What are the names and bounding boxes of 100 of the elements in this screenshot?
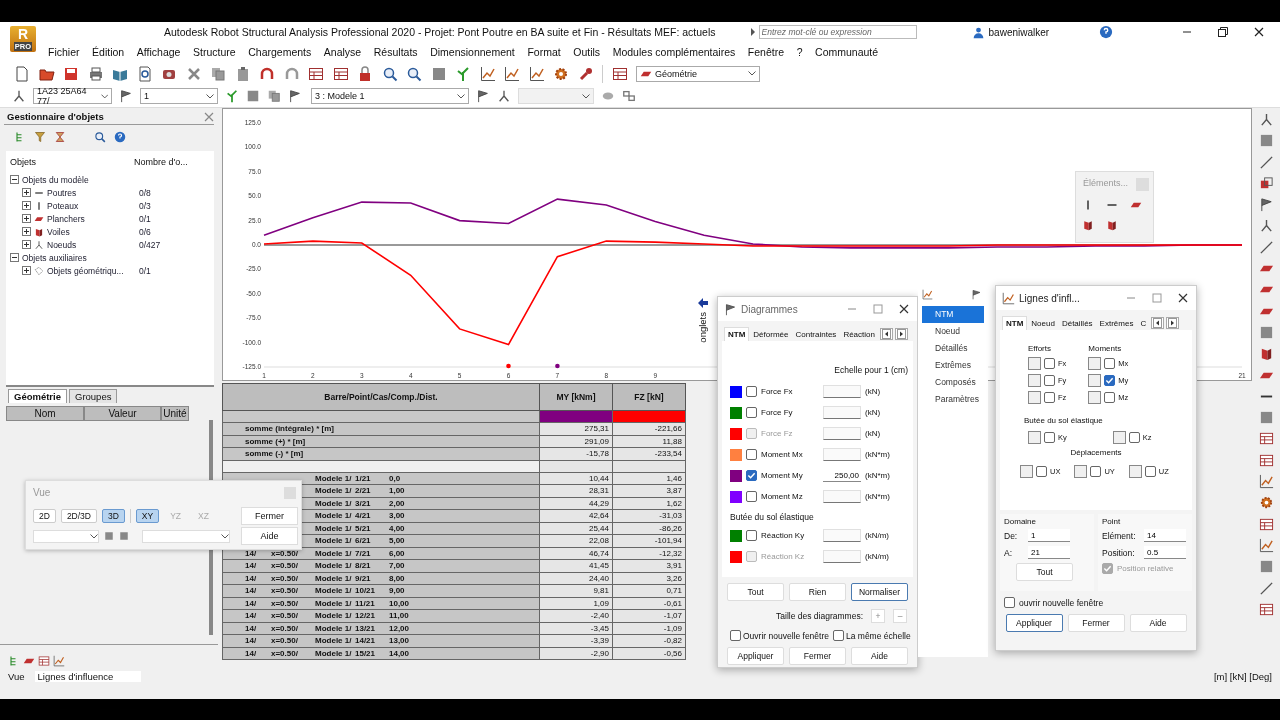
user-icon[interactable] [971,25,985,39]
close-icon[interactable] [1254,27,1264,37]
chart-icon[interactable] [504,65,520,82]
node-icon[interactable] [1258,112,1274,127]
zoom-icon[interactable] [381,65,398,82]
scale-field[interactable] [823,427,861,440]
tab[interactable]: NTM [724,327,750,341]
checkbox[interactable] [746,386,757,397]
flag-icon[interactable] [971,289,982,300]
square-icon[interactable] [104,531,114,541]
table-icon[interactable] [611,65,628,82]
help-icon[interactable] [114,131,126,143]
checkbox[interactable] [730,630,741,641]
checkbox[interactable] [746,449,757,460]
panel-tab[interactable]: Géométrie [8,389,67,404]
table-icon[interactable] [38,655,50,667]
square-icon[interactable] [1258,410,1274,426]
menu-item[interactable]: Chargements [248,46,312,58]
expand-arrow-icon[interactable] [749,28,756,36]
gear-icon[interactable] [1258,495,1274,511]
dialog-button[interactable]: Fermer [789,647,846,665]
tree-item[interactable]: Planchers [47,213,131,224]
panel-tab[interactable]: Groupes [69,389,118,404]
user-name[interactable]: baweniwalker [988,26,1050,38]
mode-button[interactable]: 3D [101,509,125,523]
funnel-icon[interactable] [34,131,46,143]
menu-item[interactable]: Structure [193,46,236,58]
menu-item[interactable]: Extrêmes [922,357,984,374]
printer-icon[interactable] [87,65,104,82]
tree-item[interactable]: Objets du modèle [22,174,89,185]
size-button[interactable]: – [893,609,907,623]
menu-item[interactable]: Édition [92,46,125,58]
scale-field[interactable] [823,490,861,503]
wall-icon[interactable] [1082,219,1094,231]
node-icon[interactable] [1258,218,1274,234]
wrench-icon[interactable] [577,65,594,82]
tab[interactable]: Contraintes [792,327,840,341]
tab[interactable]: C [1137,316,1150,330]
table-icon[interactable] [1258,431,1274,447]
all-button[interactable]: Tout [1016,563,1073,581]
dialog-button[interactable]: Normaliser [851,583,908,601]
dialog-button[interactable]: Tout [727,583,784,601]
checkbox[interactable] [1090,466,1102,477]
checkbox[interactable] [746,407,757,418]
dialog-button[interactable]: Appliquer [1005,614,1063,632]
undo-icon[interactable] [259,65,275,82]
lock-icon[interactable] [357,65,373,82]
menu-item[interactable]: Résultats [373,46,418,58]
mode-button[interactable]: 2D/3D [60,509,97,523]
square-icon[interactable] [430,65,447,82]
view-select[interactable]: Géométrie [636,65,760,82]
scale-field[interactable] [823,550,861,563]
side-tab[interactable]: onglets [697,312,708,343]
model-select[interactable]: 3 : Modele 1 [311,88,469,104]
scroll-right-button[interactable] [894,328,908,340]
line-icon[interactable] [1258,580,1274,596]
menu-item[interactable]: Noeud [922,323,984,340]
expander-icon[interactable] [22,188,31,197]
table-icon[interactable] [332,65,349,82]
menu-item[interactable]: Fenêtre [747,46,785,58]
expander-icon[interactable] [10,175,19,184]
new-document-icon[interactable] [14,65,30,82]
expander-icon[interactable] [10,253,19,262]
wall-icon[interactable] [1106,219,1118,231]
cube-icon[interactable] [1258,175,1274,191]
left-arrow-icon[interactable] [697,298,708,308]
tree-item[interactable]: Poutres [47,187,131,198]
menu-item[interactable]: Analyse [323,46,362,58]
dialog-button[interactable]: Fermer [1067,614,1125,632]
square-icon[interactable] [1258,559,1274,575]
element-field[interactable]: 14 [1144,529,1186,542]
expander-icon[interactable] [22,227,31,236]
table-icon[interactable] [1258,601,1274,617]
menu-item[interactable]: Dimensionnement [430,46,515,58]
chart-icon[interactable] [479,65,496,82]
square-icon[interactable] [1258,324,1274,340]
dialog-button[interactable]: Aide [851,647,908,665]
tree-item[interactable]: Poteaux [47,200,131,211]
redo-icon[interactable] [283,65,300,82]
branch-icon[interactable] [455,65,471,82]
chart-icon[interactable] [1258,474,1274,490]
menu-item[interactable]: Modules complémentaires [612,46,736,58]
flag-icon[interactable] [288,89,302,103]
tree-item[interactable]: Objets géométriqu... [47,265,131,276]
menu-item[interactable]: ? [796,46,803,58]
save-icon[interactable] [63,65,79,82]
flag-icon[interactable] [1258,197,1274,213]
checkbox[interactable] [1104,375,1116,386]
menu-item[interactable]: Communauté [815,46,879,58]
checkbox[interactable] [1044,358,1055,369]
scale-field[interactable] [823,448,861,461]
square-icon[interactable] [1258,133,1274,149]
scale-field[interactable] [823,406,861,419]
close-icon[interactable] [1178,293,1188,303]
tab[interactable]: Réaction [840,327,878,341]
cross-icon[interactable] [185,65,202,82]
copy-icon[interactable] [267,89,281,103]
table-icon[interactable] [1258,452,1274,468]
checkbox[interactable] [1128,432,1140,443]
position-field[interactable]: 0.5 [1144,546,1186,559]
